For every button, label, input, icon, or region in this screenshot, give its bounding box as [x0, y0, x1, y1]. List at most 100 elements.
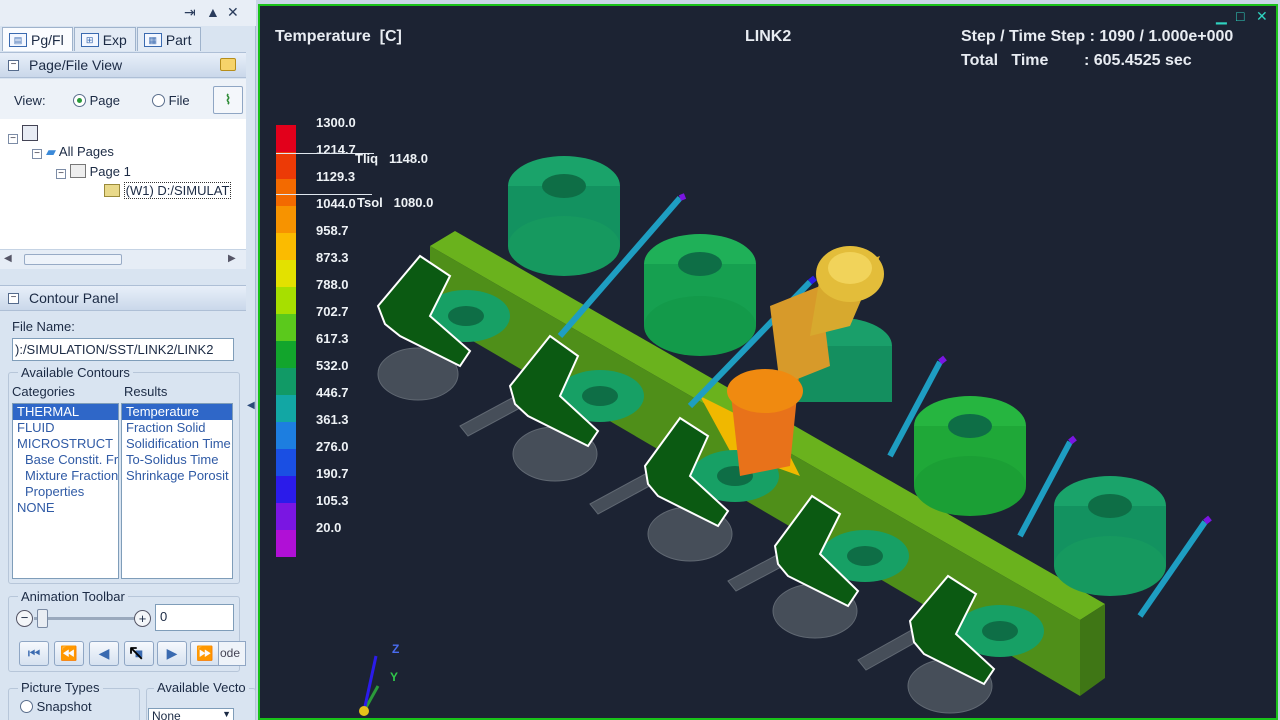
tree-label: All Pages [58, 144, 114, 159]
folder-icon [104, 184, 120, 197]
tab-exp[interactable]: ⊞ Exp [73, 27, 136, 51]
list-item[interactable]: Fraction Solid [122, 420, 232, 436]
document-icon [22, 125, 38, 141]
tree-label: (W1) D:/SIMULAT [123, 182, 232, 199]
radio-page-label: Page [89, 93, 120, 108]
radio-file-label: File [168, 93, 190, 108]
tree-page-1[interactable]: − Page 1 [56, 164, 131, 179]
results-label: Results [124, 384, 168, 399]
tree-root[interactable]: − [8, 125, 38, 144]
application-window: ⇥ ▲ ✕ ▤ Pg/Fl ⊞ Exp ▦ Part − Page/File V… [0, 0, 1280, 720]
frame-value: 0 [160, 609, 168, 624]
list-item[interactable]: To-Solidus Time [122, 452, 232, 468]
fast-reverse-button[interactable]: ⏪ [54, 641, 84, 666]
tree-label: Page 1 [89, 164, 131, 179]
view-options: View: Page File ⌇ [0, 79, 246, 119]
first-frame-button[interactable]: ⏮ [19, 641, 49, 666]
mode-label: ode [220, 646, 241, 660]
page-file-view-header[interactable]: − Page/File View [0, 52, 246, 78]
frame-input[interactable]: 0 [155, 604, 234, 631]
radio-page[interactable]: Page [73, 93, 120, 108]
collapse-up-icon[interactable]: ▲ [206, 4, 220, 20]
folder-open-icon: ▰ [46, 144, 56, 159]
mode-button[interactable]: ode [218, 641, 246, 666]
part-icon: ▦ [143, 32, 162, 47]
pin-icon[interactable]: ⇥ [184, 4, 196, 21]
list-item[interactable]: THERMAL [13, 404, 118, 420]
list-item[interactable]: Mixture Fraction [13, 468, 118, 484]
categories-label: Categories [12, 384, 75, 399]
radio-page-icon[interactable] [73, 94, 86, 107]
panel-title-strip: ⇥ ▲ ✕ [0, 0, 256, 26]
left-panel: ⇥ ▲ ✕ ▤ Pg/Fl ⊞ Exp ▦ Part − Page/File V… [0, 0, 256, 720]
tab-label: Pg/Fl [31, 31, 64, 48]
fast-reverse-icon: ⏪ [60, 645, 78, 661]
radio-snapshot[interactable]: Snapshot [20, 699, 92, 714]
categories-list: THERMAL FLUID MICROSTRUCT Base Constit. … [12, 403, 119, 579]
chevron-down-icon: ▼ [222, 709, 231, 719]
file-name-label: File Name: [12, 319, 75, 334]
fast-forward-button[interactable]: ⏩ [190, 641, 220, 666]
page-tree: − − ▰ All Pages − Page 1 (W1) D:/SIMULAT [0, 119, 246, 249]
frame-slider-track[interactable] [34, 617, 134, 620]
list-item[interactable]: Solidification Time [122, 436, 232, 452]
axis-z-label: Z [392, 642, 400, 656]
chart-toggle-icon[interactable]: ⌇ [213, 86, 243, 114]
vectors-select-value: None [152, 709, 181, 720]
horizontal-scrollbar[interactable]: ◀ ▶ [0, 249, 246, 269]
animation-toolbar-title: Animation Toolbar [18, 589, 128, 604]
list-item[interactable]: NONE [13, 500, 118, 516]
collapse-icon[interactable]: − [8, 292, 19, 304]
collapse-icon[interactable]: − [56, 169, 66, 179]
view-label: View: [14, 93, 46, 108]
contour-panel-header[interactable]: − Contour Panel [0, 285, 246, 311]
available-vectors-title: Available Vecto [154, 680, 249, 695]
page-file-icon: ▤ [9, 32, 27, 47]
list-item[interactable]: Temperature [122, 404, 232, 420]
casting-model-render [359, 156, 1212, 716]
radio-snapshot-label: Snapshot [36, 699, 92, 714]
radio-file-icon[interactable] [152, 94, 165, 107]
vectors-select[interactable]: None ▼ [148, 708, 234, 720]
step-forward-button[interactable]: ▶ [157, 641, 187, 666]
scroll-left-icon[interactable]: ◀ [4, 253, 12, 264]
scroll-right-icon[interactable]: ▶ [228, 253, 236, 264]
simulation-viewport[interactable]: ▁ □ ✕ Temperature [C] LINK2 Step / Time … [258, 4, 1278, 720]
radio-file[interactable]: File [152, 93, 190, 108]
comment-icon[interactable] [220, 58, 236, 71]
radio-snapshot-icon[interactable] [20, 700, 33, 713]
step-forward-icon: ▶ [166, 645, 178, 661]
list-item[interactable]: FLUID [13, 420, 118, 436]
splitter-arrow-icon[interactable]: ◀ [247, 400, 255, 411]
list-item[interactable]: MICROSTRUCT [13, 436, 118, 452]
file-name-field[interactable]: ):/SIMULATION/SST/LINK2/LINK2 [12, 338, 234, 361]
collapse-icon[interactable]: − [8, 134, 18, 144]
fast-forward-icon: ⏩ [196, 645, 214, 661]
list-item[interactable]: Shrinkage Porosit [122, 468, 232, 484]
results-list: Temperature Fraction Solid Solidificatio… [121, 403, 233, 579]
tab-label: Exp [102, 31, 127, 48]
frame-slider-thumb[interactable] [37, 609, 48, 628]
list-item[interactable]: Base Constit. Fr [13, 452, 118, 468]
tree-file-node[interactable]: (W1) D:/SIMULAT [104, 182, 232, 199]
collapse-icon[interactable]: − [32, 149, 42, 159]
zoom-out-icon[interactable]: − [16, 610, 33, 627]
collapse-icon[interactable]: − [8, 59, 19, 71]
scroll-thumb[interactable] [24, 254, 122, 265]
mouse-cursor-icon: ↖ [127, 640, 146, 665]
picture-types-title: Picture Types [18, 680, 103, 695]
tab-label: Part [165, 31, 192, 48]
axis-y-label: Y [390, 670, 399, 684]
section-title: Contour Panel [29, 290, 119, 306]
skip-first-icon: ⏮ [27, 645, 41, 661]
page-icon [70, 164, 86, 178]
list-item[interactable]: Properties [13, 484, 118, 500]
zoom-in-icon[interactable]: + [134, 610, 151, 627]
step-back-button[interactable]: ◀ [89, 641, 119, 666]
runner-end [1080, 604, 1105, 696]
tree-all-pages[interactable]: − ▰ All Pages [32, 144, 114, 160]
file-name-value: ):/SIMULATION/SST/LINK2/LINK2 [15, 342, 214, 357]
tab-pg-fl[interactable]: ▤ Pg/Fl [2, 27, 73, 51]
close-icon[interactable]: ✕ [227, 4, 239, 21]
tab-part[interactable]: ▦ Part [136, 27, 201, 51]
